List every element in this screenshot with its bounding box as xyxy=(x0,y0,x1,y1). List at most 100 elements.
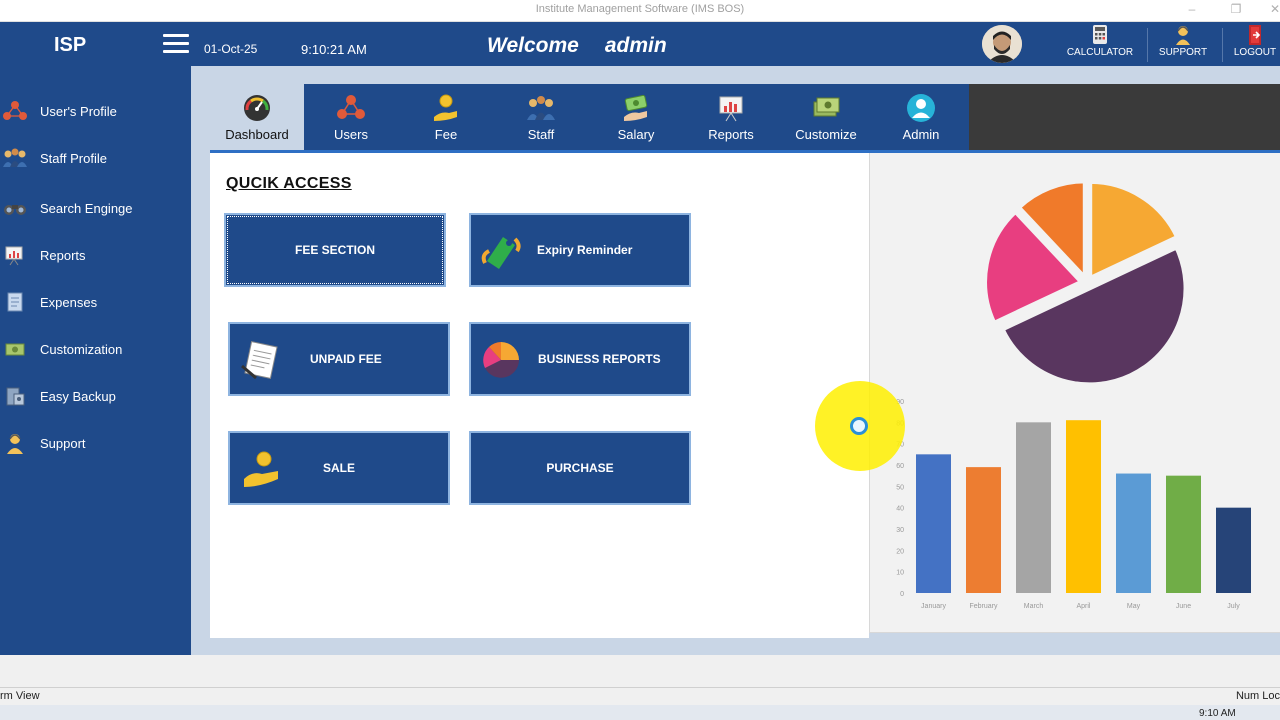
tab-staff[interactable]: Staff xyxy=(494,84,588,151)
tab-bar: Dashboard Users Fee Staff Salary Reports… xyxy=(210,84,1280,151)
app-window: Institute Management Software (IMS BOS) … xyxy=(0,0,1280,720)
sidebar-item-expenses[interactable]: Expenses xyxy=(0,287,191,317)
bar xyxy=(1016,422,1051,593)
tab-label: Customize xyxy=(795,127,857,142)
support-label: SUPPORT xyxy=(1158,47,1208,58)
staff-group-icon xyxy=(526,93,556,123)
x-tick-label: January xyxy=(921,603,946,610)
business-reports-button[interactable]: BUSINESS REPORTS xyxy=(469,322,691,396)
hamburger-menu-icon[interactable] xyxy=(163,34,189,56)
header-date: 01-Oct-25 xyxy=(204,42,258,56)
tab-label: Reports xyxy=(708,127,754,142)
tab-label: Staff xyxy=(527,127,555,142)
fee-section-button[interactable]: FEE SECTION xyxy=(224,213,446,287)
brand-logo-text: ISP xyxy=(54,34,87,56)
sidebar-item-label: Easy Backup xyxy=(40,389,116,404)
sidebar-item-label: Support xyxy=(40,436,86,451)
cursor-pointer-icon xyxy=(850,417,868,435)
user-avatar[interactable] xyxy=(982,25,1022,63)
y-tick-label: 20 xyxy=(896,548,904,555)
bar xyxy=(1066,420,1101,593)
x-tick-label: July xyxy=(1227,603,1240,610)
minimize-icon[interactable]: – xyxy=(1183,2,1201,16)
sidebar-item-search-engine[interactable]: Search Enginge xyxy=(0,193,191,223)
title-bar: Institute Management Software (IMS BOS) … xyxy=(0,0,1280,22)
calculator-icon xyxy=(1090,24,1110,46)
tab-customize[interactable]: Customize xyxy=(779,84,873,151)
tab-users[interactable]: Users xyxy=(304,84,398,151)
tab-label: Admin xyxy=(902,127,940,142)
support-person-icon xyxy=(2,432,28,454)
y-tick-label: 0 xyxy=(900,591,904,598)
sale-label: SALE xyxy=(322,461,355,475)
users-network-icon xyxy=(336,93,366,123)
admin-avatar-icon xyxy=(906,93,936,123)
status-left-text: rm View xyxy=(0,690,40,702)
window-title: Institute Management Software (IMS BOS) xyxy=(535,3,745,15)
welcome-banner: Welcome admin xyxy=(487,34,667,58)
sidebar-item-label: Expenses xyxy=(40,295,98,310)
money-icon xyxy=(2,338,28,360)
tab-reports[interactable]: Reports xyxy=(684,84,778,151)
x-tick-label: March xyxy=(1024,603,1044,610)
sidebar-item-staff-profile[interactable]: Staff Profile xyxy=(0,143,191,173)
bar xyxy=(1116,473,1151,593)
logout-button[interactable]: LOGOUT xyxy=(1230,24,1280,66)
status-right-text: Num Loc xyxy=(1235,690,1280,702)
gauge-icon xyxy=(242,93,272,123)
taskbar: 9:10 AM xyxy=(0,705,1280,720)
y-tick-label: 30 xyxy=(896,527,904,534)
backup-icon xyxy=(2,385,28,407)
sidebar-item-support[interactable]: Support xyxy=(0,428,191,458)
charts-svg: 0102030405060708090JanuaryFebruaryMarchA… xyxy=(896,179,1251,610)
bar xyxy=(1216,507,1251,593)
bar-chart: 0102030405060708090JanuaryFebruaryMarchA… xyxy=(896,399,1251,610)
purchase-button[interactable]: PURCHASE xyxy=(469,431,691,505)
expenses-icon xyxy=(2,291,28,313)
sale-button[interactable]: SALE xyxy=(228,431,450,505)
binoculars-icon xyxy=(2,197,28,219)
tab-label: Dashboard xyxy=(225,127,289,142)
sidebar-item-reports[interactable]: Reports xyxy=(0,240,191,270)
taskbar-clock: 9:10 AM xyxy=(1199,708,1236,719)
users-network-icon xyxy=(2,100,28,122)
sidebar: User's Profile Staff Profile Search Engi… xyxy=(0,66,191,655)
tab-label: Salary xyxy=(617,127,655,142)
coin-hand-icon xyxy=(431,93,461,123)
expiry-reminder-button[interactable]: Expiry Reminder xyxy=(469,213,691,287)
expiry-reminder-label: Expiry Reminder xyxy=(537,243,633,257)
tab-dashboard[interactable]: Dashboard xyxy=(210,84,304,151)
staff-group-icon xyxy=(2,147,28,169)
y-tick-label: 60 xyxy=(896,463,904,470)
tab-admin[interactable]: Admin xyxy=(874,84,968,151)
sidebar-item-label: Search Enginge xyxy=(40,201,133,216)
sidebar-item-users-profile[interactable]: User's Profile xyxy=(0,96,191,126)
support-button[interactable]: SUPPORT xyxy=(1154,24,1212,66)
maximize-icon[interactable]: ❐ xyxy=(1227,2,1245,16)
purchase-label: PURCHASE xyxy=(546,461,614,475)
calculator-button[interactable]: CALCULATOR xyxy=(1066,24,1134,66)
tab-label: Users xyxy=(334,127,368,142)
y-tick-label: 10 xyxy=(896,570,904,577)
tag-icon xyxy=(479,231,523,271)
sidebar-item-label: User's Profile xyxy=(40,104,117,119)
tab-salary[interactable]: Salary xyxy=(589,84,683,151)
sidebar-item-label: Staff Profile xyxy=(40,151,107,166)
status-bar: rm View Num Loc xyxy=(0,687,1280,705)
sidebar-item-label: Customization xyxy=(40,342,123,357)
bottom-strip xyxy=(0,655,1280,687)
x-tick-label: June xyxy=(1176,603,1191,610)
x-tick-label: February xyxy=(969,603,998,610)
close-icon[interactable]: ✕ xyxy=(1266,2,1280,16)
tab-fee[interactable]: Fee xyxy=(399,84,493,151)
sidebar-item-easy-backup[interactable]: Easy Backup xyxy=(0,381,191,411)
business-reports-label: BUSINESS REPORTS xyxy=(538,352,661,366)
support-icon xyxy=(1173,24,1193,46)
calculator-label: CALCULATOR xyxy=(1066,47,1134,58)
pie-chart xyxy=(983,179,1188,387)
y-tick-label: 40 xyxy=(896,506,904,513)
sidebar-item-label: Reports xyxy=(40,248,86,263)
charts-panel: 0102030405060708090JanuaryFebruaryMarchA… xyxy=(869,153,1280,633)
sidebar-item-customization[interactable]: Customization xyxy=(0,334,191,364)
unpaid-fee-button[interactable]: UNPAID FEE xyxy=(228,322,450,396)
